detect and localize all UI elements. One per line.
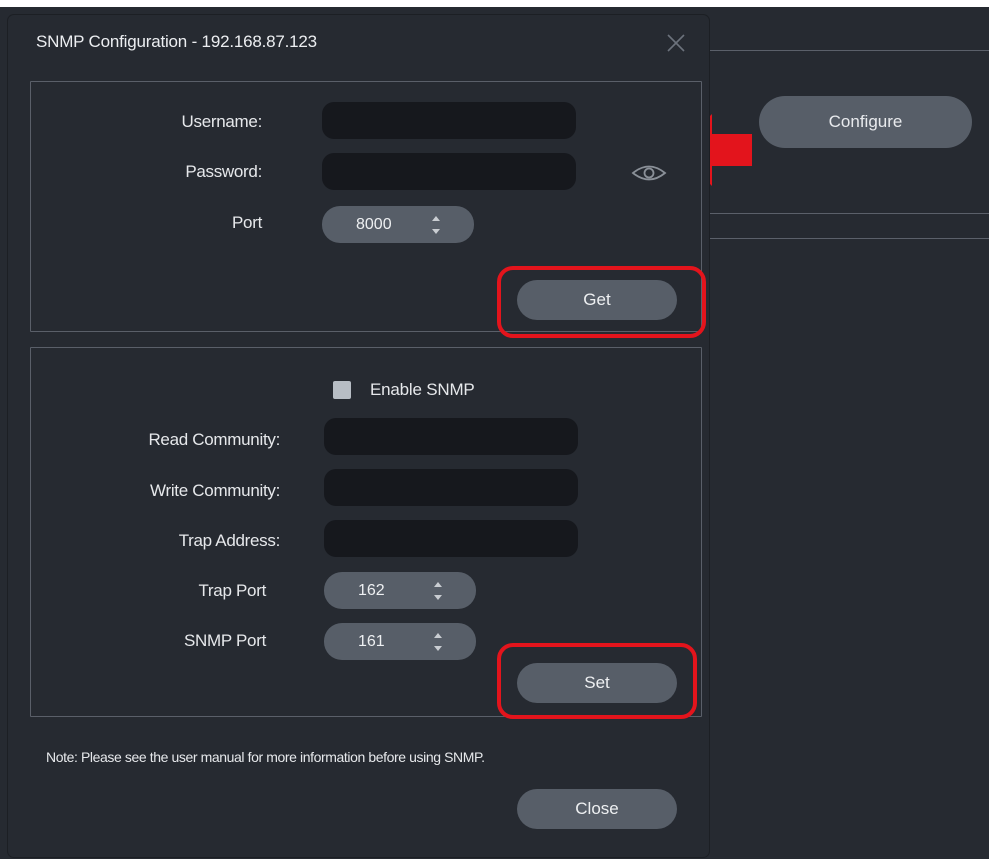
dialog-title: SNMP Configuration - 192.168.87.123 (36, 32, 317, 51)
stepper-arrows-icon[interactable] (432, 631, 444, 653)
password-input[interactable] (322, 153, 576, 190)
port-label: Port (232, 213, 262, 232)
background-divider (709, 238, 989, 239)
trap-address-input[interactable] (324, 520, 578, 557)
stepper-arrows-icon[interactable] (430, 214, 442, 236)
enable-snmp-checkbox[interactable] (333, 381, 351, 399)
snmp-port-value: 161 (358, 633, 385, 650)
trap-port-label: Trap Port (198, 581, 266, 600)
username-label: Username: (181, 112, 263, 131)
eye-icon[interactable] (631, 164, 667, 182)
trap-port-value: 162 (358, 582, 385, 599)
enable-snmp-label: Enable SNMP (370, 380, 475, 399)
stepper-arrows-icon[interactable] (432, 580, 444, 602)
write-community-input[interactable] (324, 469, 578, 506)
trap-address-label: Trap Address: (178, 531, 281, 550)
port-stepper[interactable]: 8000 (322, 206, 474, 243)
red-highlight-ring (497, 643, 697, 719)
read-community-input[interactable] (324, 418, 578, 455)
password-label: Password: (185, 162, 262, 181)
close-x-icon[interactable] (665, 32, 687, 54)
trap-port-stepper[interactable]: 162 (324, 572, 476, 609)
write-community-label: Write Community: (150, 481, 280, 500)
configure-button[interactable]: Configure (759, 96, 972, 148)
username-input[interactable] (322, 102, 576, 139)
snmp-port-label: SNMP Port (183, 631, 266, 650)
port-value: 8000 (356, 216, 392, 233)
snmp-note: Note: Please see the user manual for mor… (46, 749, 485, 765)
snmp-port-stepper[interactable]: 161 (324, 623, 476, 660)
red-highlight-ring (497, 266, 706, 338)
close-button[interactable]: Close (517, 789, 677, 829)
background-divider (709, 213, 989, 214)
read-community-label: Read Community: (148, 430, 280, 449)
background-divider (709, 50, 989, 51)
